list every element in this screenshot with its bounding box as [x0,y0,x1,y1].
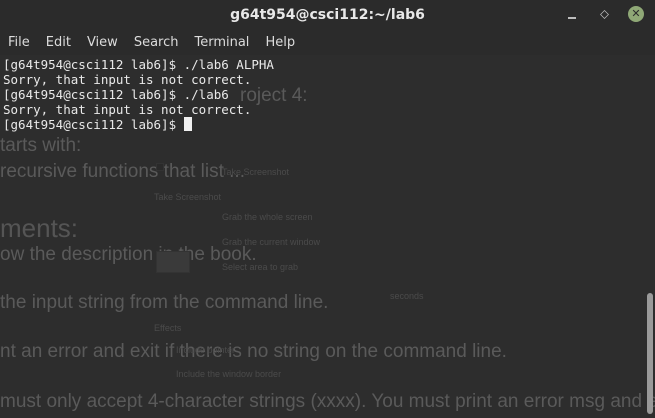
menu-edit[interactable]: Edit [38,35,79,50]
menu-help[interactable]: Help [257,35,303,50]
window-title: g64t954@csci112:~/lab6 [230,6,425,23]
menu-file[interactable]: File [0,35,38,50]
terminal-prompt: [g64t954@csci112 lab6]$ [3,117,184,132]
close-icon: ✕ [628,6,644,22]
bg-text: tarts with: [0,135,82,156]
menu-terminal[interactable]: Terminal [186,35,257,50]
bg-text: the input string from the command line. [0,292,329,313]
bg-shape [156,163,164,171]
bg-dialog-label: Take Screenshot [154,192,222,202]
terminal-output: [g64t954@csci112 lab6]$ ./lab6 ALPHA Sor… [3,57,274,132]
minimize-icon [568,17,576,19]
bg-dialog-label: Grab the current window [222,237,321,247]
title-bar[interactable]: g64t954@csci112:~/lab6 ✕ [0,0,655,29]
scrollbar[interactable] [647,293,653,414]
terminal-line: [g64t954@csci112 lab6]$ ./lab6 ALPHA [3,57,274,72]
bg-dialog-label: Effects [154,323,182,333]
maximize-icon [599,9,609,19]
bg-dialog-label: Grab the whole screen [222,212,313,222]
menu-view[interactable]: View [79,35,126,50]
bg-text: ow the description in the book. [0,244,257,265]
bg-dialog-label: Include pointer [176,345,236,355]
terminal-line: Sorry, that input is not correct. [3,72,252,87]
terminal-area[interactable]: roject 4: tarts with: recursive function… [0,55,655,418]
menu-bar: File Edit View Search Terminal Help [0,29,655,56]
terminal-line: [g64t954@csci112 lab6]$ ./lab6 [3,87,229,102]
bg-text: recursive functions that list ... [0,161,245,182]
minimize-button[interactable] [563,5,581,23]
menu-search[interactable]: Search [126,35,187,50]
terminal-line: Sorry, that input is not correct. [3,102,252,117]
prompt-line[interactable]: [g64t954@csci112 lab6]$ [3,117,274,132]
text-cursor [183,117,192,131]
bg-text: must only accept 4-character strings (xx… [0,391,655,412]
bg-dialog-label: seconds [390,291,424,301]
bg-dialog-label: Select area to grab [222,262,299,272]
bg-heading: ments: [0,213,79,243]
bg-shape [156,251,190,273]
bg-text: nt an error and exit if there is no stri… [0,341,507,362]
bg-dialog-label: Include the window border [176,369,282,379]
close-button[interactable]: ✕ [627,5,645,23]
bg-dialog-title: Take Screenshot [222,167,290,177]
window-controls: ✕ [563,5,645,23]
maximize-button[interactable] [595,5,613,23]
